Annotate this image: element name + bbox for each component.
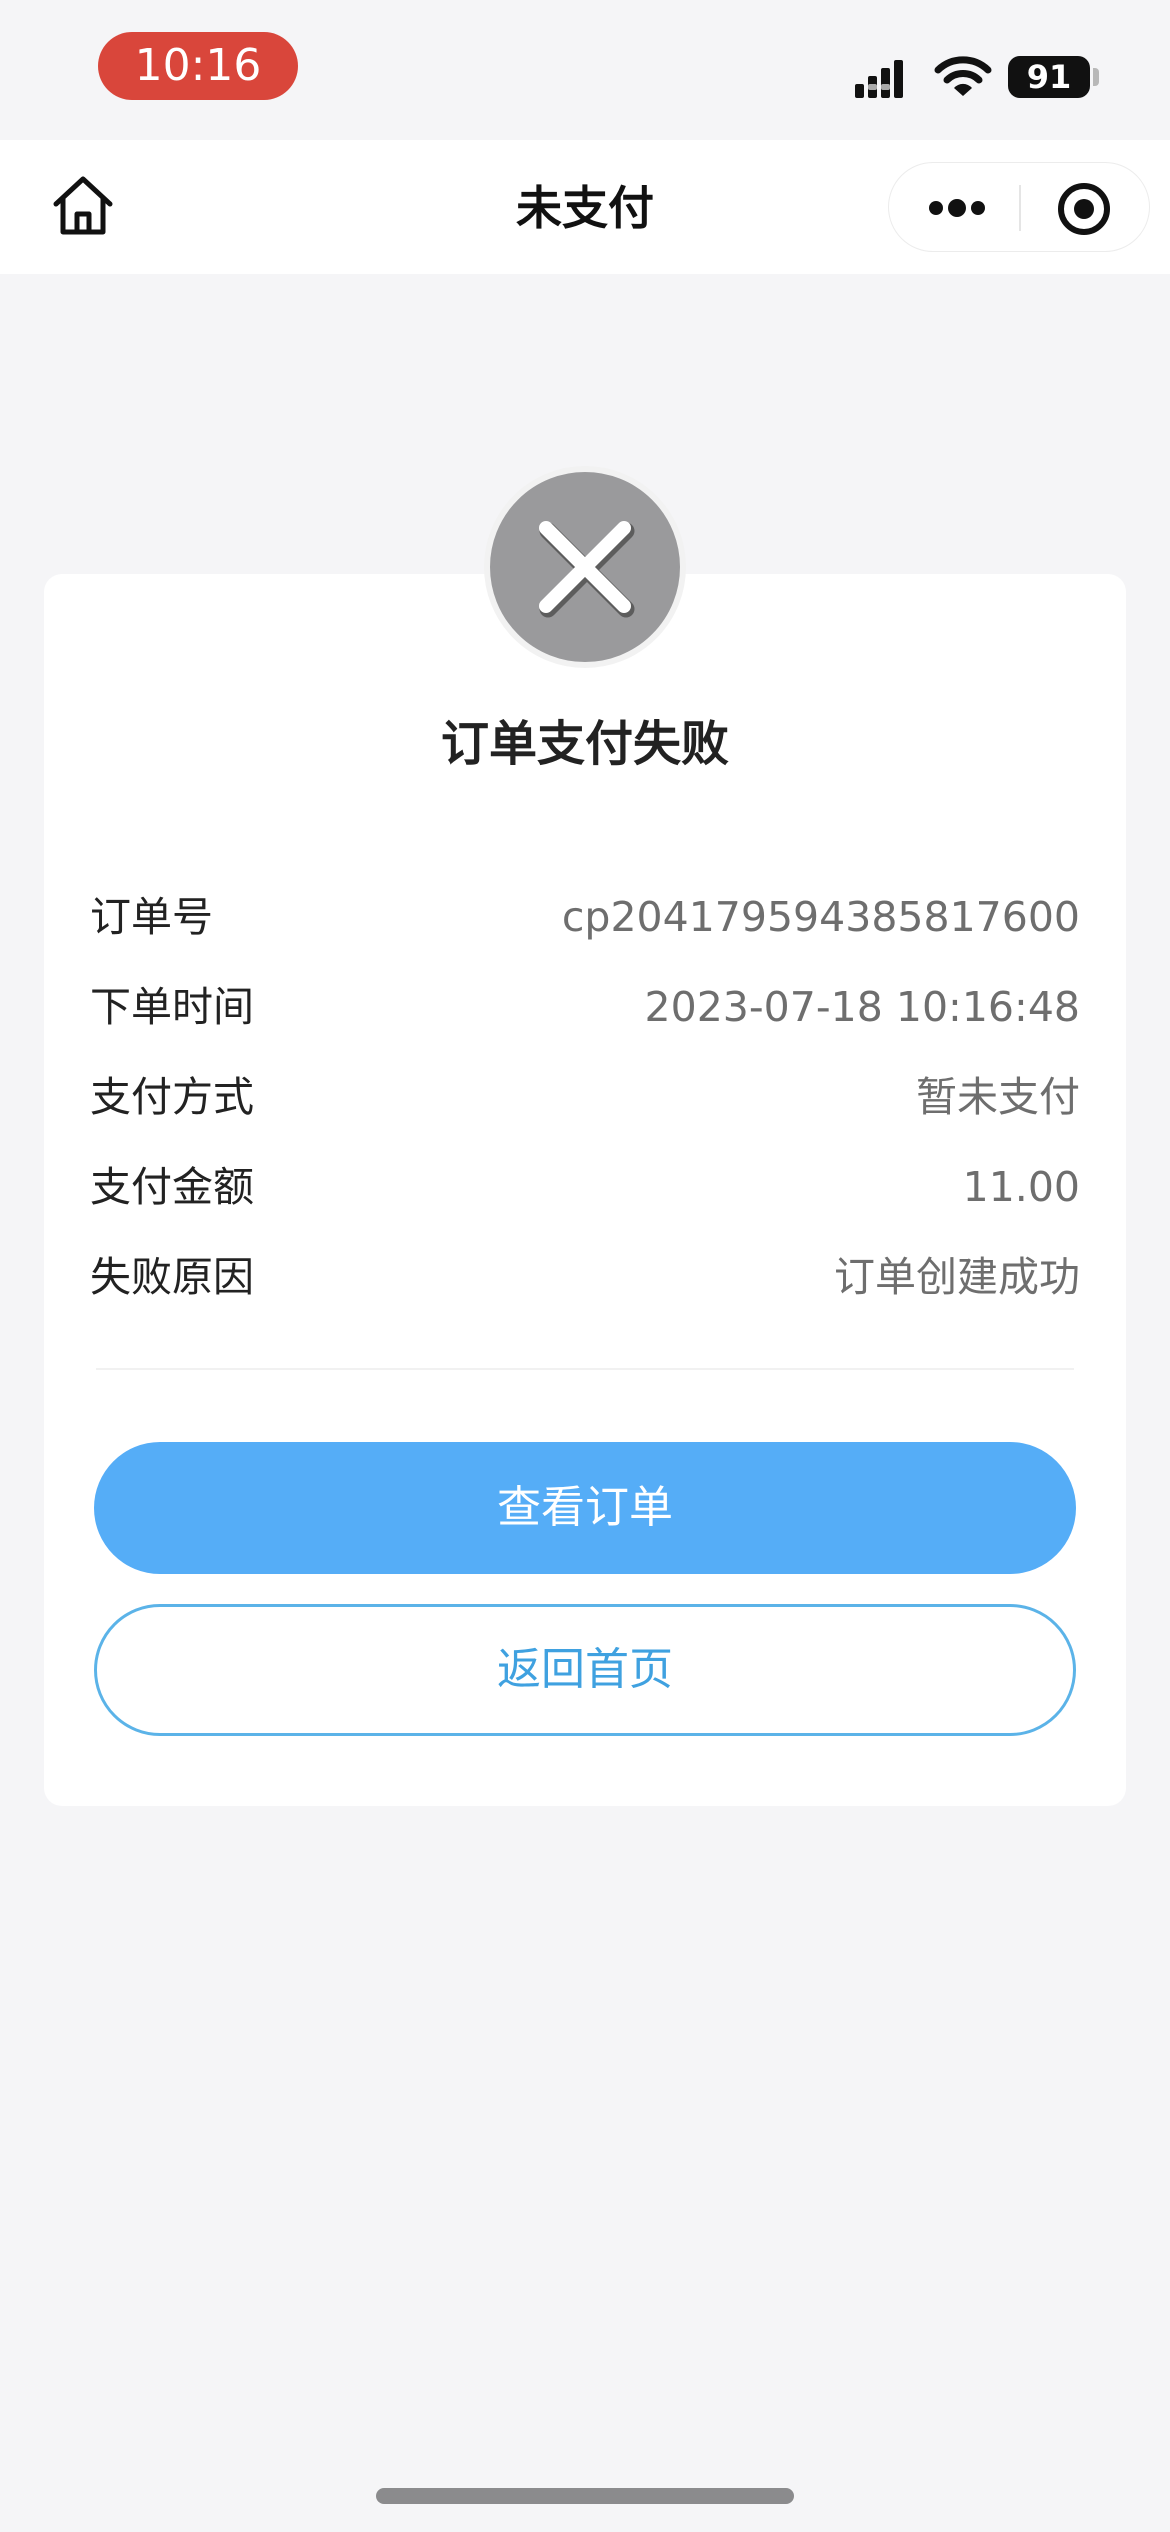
info-label: 订单号	[90, 893, 213, 941]
status-bar: 10:16 91	[0, 0, 1170, 140]
info-row-payment-amount: 支付金额 11.00	[90, 1157, 1080, 1217]
target-circle-icon[interactable]	[1056, 181, 1112, 237]
info-label: 支付方式	[90, 1073, 254, 1121]
home-icon[interactable]	[50, 174, 116, 238]
home-indicator	[376, 2488, 794, 2504]
battery-tip	[1093, 68, 1099, 86]
more-dots-icon[interactable]	[927, 188, 987, 228]
capsule-divider	[1019, 185, 1021, 231]
info-label: 下单时间	[90, 983, 254, 1031]
info-row-order-time: 下单时间 2023-07-18 10:16:48	[90, 977, 1080, 1037]
info-row-order-number: 订单号 cp204179594385817600	[90, 887, 1080, 947]
close-x-icon	[539, 521, 635, 618]
info-label: 失败原因	[90, 1253, 254, 1301]
status-time: 10:16	[98, 32, 298, 100]
info-value: 2023-07-18 10:16:48	[644, 983, 1080, 1031]
navigation-bar: 未支付	[0, 140, 1170, 274]
back-home-button[interactable]: 返回首页	[94, 1604, 1076, 1736]
info-row-failure-reason: 失败原因 订单创建成功	[90, 1247, 1080, 1307]
page-title: 未支付	[516, 181, 654, 235]
info-value: 订单创建成功	[834, 1253, 1080, 1301]
info-label: 支付金额	[90, 1163, 254, 1211]
miniprogram-capsule	[888, 162, 1150, 252]
info-row-payment-method: 支付方式 暂未支付	[90, 1067, 1080, 1127]
cellular-signal-icon	[855, 60, 903, 98]
wifi-icon	[934, 56, 992, 96]
info-value: cp204179594385817600	[561, 893, 1080, 941]
divider	[96, 1368, 1074, 1370]
payment-failed-badge	[484, 466, 686, 668]
battery-level: 91	[1008, 56, 1090, 98]
info-value: 11.00	[962, 1163, 1080, 1211]
result-card: 订单支付失败 订单号 cp204179594385817600 下单时间 202…	[44, 574, 1126, 1806]
info-value: 暂未支付	[916, 1073, 1080, 1121]
view-order-button[interactable]: 查看订单	[94, 1442, 1076, 1574]
result-title: 订单支付失败	[440, 716, 729, 772]
